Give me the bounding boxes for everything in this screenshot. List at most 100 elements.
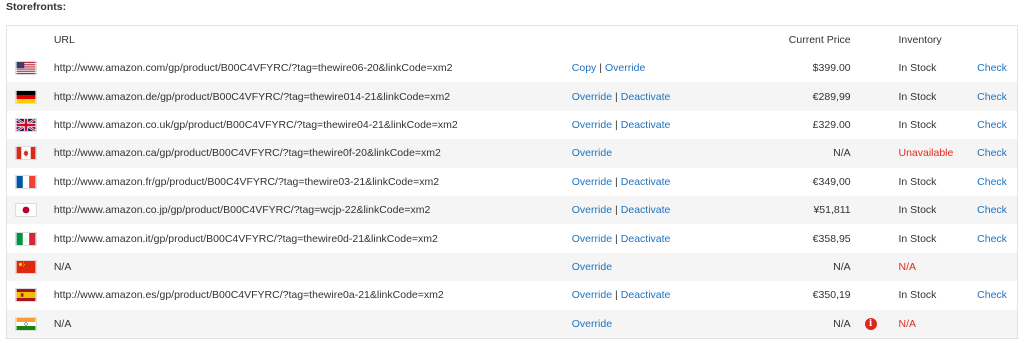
actions-cell: Override | Deactivate (572, 289, 731, 301)
inventory-status: In Stock (898, 62, 937, 75)
actions-cell: Override | Deactivate (572, 204, 731, 216)
actions-cell: Override (572, 318, 731, 330)
storefront-url: http://www.amazon.com/gp/product/B00C4VF… (53, 62, 453, 75)
storefront-url: http://www.amazon.it/gp/product/B00C4VFY… (53, 232, 438, 245)
actions-cell: Override | Deactivate (572, 176, 731, 188)
check-cell: Check (977, 289, 1017, 301)
inventory-status: In Stock (898, 118, 937, 131)
flag-us-icon (7, 61, 54, 76)
inventory-status: In Stock (898, 175, 937, 188)
check-cell: Check (977, 233, 1017, 245)
action-override-link[interactable]: Override (572, 176, 612, 188)
action-separator: | (615, 118, 618, 131)
url-header: URL (53, 34, 75, 46)
action-deactivate-link[interactable]: Deactivate (621, 176, 671, 188)
action-separator: | (615, 232, 618, 245)
current-price: $399.00 (812, 62, 851, 75)
inventory-status: In Stock (898, 90, 937, 103)
action-override-link[interactable]: Override (572, 91, 612, 103)
actions-cell: Copy | Override (572, 62, 731, 74)
current-price: €289,99 (812, 90, 851, 103)
inventory-header: Inventory (898, 34, 942, 46)
action-separator: | (615, 204, 618, 217)
actions-cell: Override (572, 261, 731, 273)
inventory-status: N/A (898, 317, 916, 330)
check-cell: Check (977, 176, 1017, 188)
action-override-link[interactable]: Override (572, 119, 612, 131)
flag-in-icon (7, 316, 54, 331)
storefront-url: N/A (53, 317, 72, 330)
table-row: http://www.amazon.co.uk/gp/product/B00C4… (7, 111, 1017, 139)
flag-uk-icon (7, 117, 54, 132)
action-copy-link[interactable]: Copy (572, 62, 597, 74)
storefront-url: N/A (53, 260, 72, 273)
action-override-link[interactable]: Override (572, 204, 612, 216)
check-link[interactable]: Check (977, 119, 1007, 131)
action-override-link[interactable]: Override (572, 289, 612, 301)
actions-cell: Override | Deactivate (572, 91, 731, 103)
check-link[interactable]: Check (977, 91, 1007, 103)
table-row: http://www.amazon.it/gp/product/B00C4VFY… (7, 224, 1017, 252)
action-deactivate-link[interactable]: Deactivate (621, 289, 671, 301)
storefronts-title: Storefronts: (6, 1, 67, 13)
flag-fr-icon (7, 174, 54, 189)
storefront-url: http://www.amazon.ca/gp/product/B00C4VFY… (53, 147, 441, 160)
table-body: http://www.amazon.com/gp/product/B00C4VF… (7, 54, 1017, 338)
current-price: €350,19 (812, 289, 851, 302)
flag-es-icon (7, 288, 54, 303)
action-override-link[interactable]: Override (605, 62, 645, 74)
storefront-url: http://www.amazon.co.jp/gp/product/B00C4… (53, 204, 431, 217)
action-deactivate-link[interactable]: Deactivate (621, 91, 671, 103)
inventory-status: Unavailable (898, 147, 954, 160)
table-row: http://www.amazon.fr/gp/product/B00C4VFY… (7, 168, 1017, 196)
action-override-link[interactable]: Override (572, 318, 612, 330)
info-icon[interactable]: i (864, 317, 877, 330)
storefront-url: http://www.amazon.de/gp/product/B00C4VFY… (53, 90, 451, 103)
action-deactivate-link[interactable]: Deactivate (621, 233, 671, 245)
table-row: http://www.amazon.co.jp/gp/product/B00C4… (7, 195, 1017, 225)
action-deactivate-link[interactable]: Deactivate (621, 204, 671, 216)
actions-cell: Override | Deactivate (572, 233, 731, 245)
flag-de-icon (7, 89, 54, 104)
table-row: http://www.amazon.com/gp/product/B00C4VF… (7, 54, 1017, 82)
action-override-link[interactable]: Override (572, 147, 612, 159)
check-link[interactable]: Check (977, 62, 1007, 74)
check-cell: Check (977, 119, 1017, 131)
inventory-status: In Stock (898, 289, 937, 302)
storefront-url: http://www.amazon.fr/gp/product/B00C4VFY… (53, 175, 440, 188)
action-override-link[interactable]: Override (572, 233, 612, 245)
inventory-status: In Stock (898, 232, 937, 245)
current-price: £329.00 (812, 118, 851, 131)
action-separator: | (615, 289, 618, 302)
check-cell: Check (977, 204, 1017, 216)
action-deactivate-link[interactable]: Deactivate (621, 119, 671, 131)
action-separator: | (615, 90, 618, 103)
check-link[interactable]: Check (977, 233, 1007, 245)
current-price: N/A (833, 317, 851, 330)
price-header: Current Price (788, 34, 851, 46)
check-link[interactable]: Check (977, 147, 1007, 159)
storefront-url: http://www.amazon.es/gp/product/B00C4VFY… (53, 289, 444, 302)
current-price: N/A (833, 260, 851, 273)
table-row: http://www.amazon.ca/gp/product/B00C4VFY… (7, 139, 1017, 168)
flag-jp-icon (7, 203, 54, 218)
check-link[interactable]: Check (977, 204, 1007, 216)
inventory-status: In Stock (898, 204, 937, 217)
action-separator: | (615, 175, 618, 188)
flag-ca-icon (7, 146, 54, 161)
actions-cell: Override | Deactivate (572, 119, 731, 131)
check-link[interactable]: Check (977, 176, 1007, 188)
check-cell: Check (977, 147, 1017, 159)
storefront-url: http://www.amazon.co.uk/gp/product/B00C4… (53, 118, 458, 131)
check-cell: Check (977, 91, 1017, 103)
table-row: N/A Override N/A i N/A (7, 309, 1017, 338)
table-row: N/A Override N/A N/A (7, 252, 1017, 282)
info-cell: i (851, 317, 891, 330)
check-link[interactable]: Check (977, 289, 1007, 301)
inventory-status: N/A (898, 260, 916, 273)
table-row: http://www.amazon.es/gp/product/B00C4VFY… (7, 281, 1017, 309)
action-override-link[interactable]: Override (572, 261, 612, 273)
table-header: URL Current Price Inventory (7, 26, 1017, 54)
check-cell: Check (977, 62, 1017, 74)
flag-cn-icon (7, 259, 54, 274)
